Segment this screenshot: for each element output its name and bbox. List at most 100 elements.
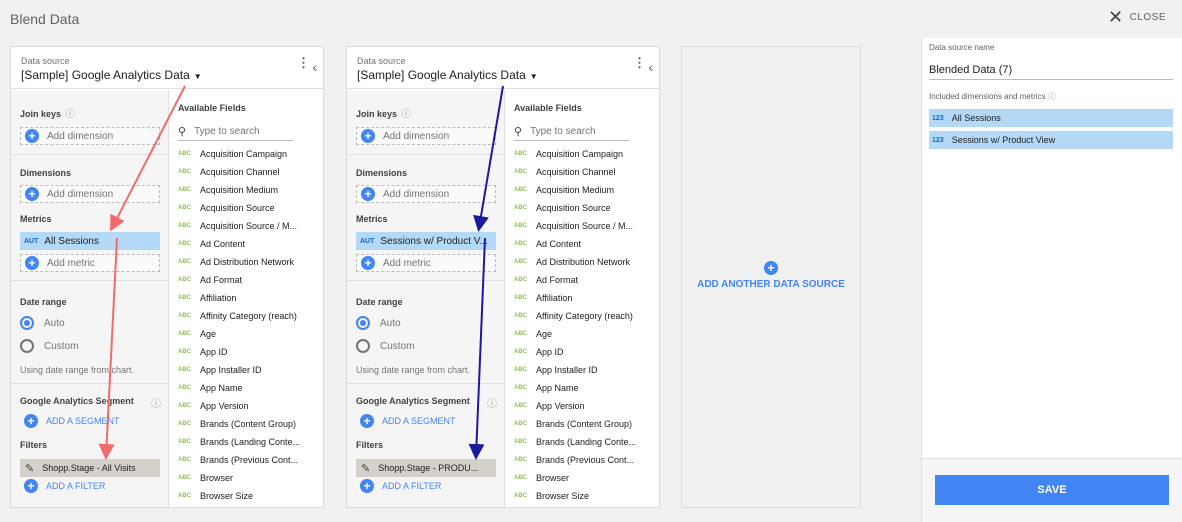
data-source-header[interactable]: Data source [Sample] Google Analytics Da…: [11, 47, 323, 89]
more-vert-icon[interactable]: ⋮: [297, 56, 310, 69]
text-type-icon: ABC: [514, 349, 527, 355]
field-label: Brands (Content Group): [200, 419, 297, 429]
field-list-item[interactable]: ABC Acquisition Source: [514, 199, 659, 217]
field-list-item[interactable]: ABC Affiliation: [514, 289, 659, 307]
field-list-item[interactable]: ABC Browser Size: [514, 487, 659, 505]
add-dimension-button[interactable]: + Add dimension: [356, 185, 496, 203]
available-fields-title: Available Fields: [514, 103, 582, 113]
field-list-item[interactable]: ABC Acquisition Medium: [514, 181, 659, 199]
filter-chip[interactable]: ✎ Shopp.Stage - All Visits: [20, 459, 160, 477]
field-list-item[interactable]: ABC Ad Format: [514, 271, 659, 289]
field-list-item[interactable]: ABC Ad Distribution Network: [514, 253, 659, 271]
field-list-item[interactable]: ABC Brands (Landing Conte...: [514, 433, 659, 451]
field-list-item[interactable]: ABC Browser: [514, 469, 659, 487]
field-list-item[interactable]: ABC Brands (Content Group): [514, 415, 659, 433]
text-type-icon: ABC: [514, 277, 527, 283]
chevron-left-icon[interactable]: ‹: [312, 59, 317, 75]
field-list-item[interactable]: ABC App Installer ID: [178, 361, 323, 379]
help-icon[interactable]: ⓘ: [151, 395, 161, 410]
data-source-select[interactable]: [Sample] Google Analytics Data ▼: [357, 68, 538, 82]
data-source-select[interactable]: [Sample] Google Analytics Data ▼: [21, 68, 202, 82]
add-data-source-panel[interactable]: + ADD ANOTHER DATA SOURCE: [681, 46, 861, 508]
field-list-item[interactable]: ABC Browser: [178, 469, 323, 487]
metric-chip[interactable]: AUT Sessions w/ Product V...: [356, 232, 496, 250]
text-type-icon: ABC: [178, 241, 191, 247]
add-segment-button[interactable]: + ADD A SEGMENT: [20, 414, 120, 428]
divider: [11, 280, 169, 281]
add-dimension-button[interactable]: + Add dimension: [20, 185, 160, 203]
date-range-custom[interactable]: Custom: [20, 339, 78, 353]
field-list-item[interactable]: ABC Acquisition Source / M...: [178, 217, 323, 235]
field-list-item[interactable]: ABC App Version: [514, 397, 659, 415]
field-list-item[interactable]: ABC Acquisition Medium: [178, 181, 323, 199]
divider: [347, 154, 505, 155]
plus-icon: +: [360, 479, 374, 493]
radio-selected-icon: [356, 316, 370, 330]
field-label: Browser Size: [200, 491, 254, 501]
search-icon: ⚲: [514, 126, 523, 138]
help-icon[interactable]: ⓘ: [1048, 92, 1056, 101]
add-metric-button[interactable]: + Add metric: [356, 254, 496, 272]
add-join-dimension[interactable]: + Add dimension: [20, 127, 160, 145]
field-list-item[interactable]: ABC Ad Content: [514, 235, 659, 253]
included-item[interactable]: 123 All Sessions: [929, 109, 1173, 127]
date-range-custom[interactable]: Custom: [356, 339, 414, 353]
field-list-item[interactable]: ABC Affiliation: [178, 289, 323, 307]
help-icon[interactable]: ⓘ: [487, 395, 497, 410]
field-list-item[interactable]: ABC Affinity Category (reach): [514, 307, 659, 325]
data-source-label: Data source: [357, 56, 406, 66]
add-filter-button[interactable]: + ADD A FILTER: [356, 479, 441, 493]
plus-icon: +: [25, 129, 39, 143]
filters-title: Filters: [356, 440, 384, 450]
field-list-item[interactable]: ABC Age: [514, 325, 659, 343]
numeric-type-tag: 123: [932, 136, 944, 144]
field-list-item[interactable]: ABC Acquisition Channel: [178, 163, 323, 181]
field-search-input[interactable]: ⚲ Type to search: [178, 123, 293, 141]
included-item[interactable]: 123 Sessions w/ Product View: [929, 131, 1173, 149]
field-list-item[interactable]: ABC Acquisition Source: [178, 199, 323, 217]
help-icon[interactable]: ⓘ: [401, 109, 411, 120]
field-list-item[interactable]: ABC Ad Content: [178, 235, 323, 253]
add-data-source-button[interactable]: + ADD ANOTHER DATA SOURCE: [682, 261, 860, 290]
add-metric-button[interactable]: + Add metric: [20, 254, 160, 272]
metric-chip[interactable]: AUT All Sessions: [20, 232, 160, 250]
chevron-left-icon[interactable]: ‹: [648, 59, 653, 75]
field-list-item[interactable]: ABC Age: [178, 325, 323, 343]
text-type-icon: ABC: [514, 241, 527, 247]
field-list-item[interactable]: ABC App Name: [514, 379, 659, 397]
field-list-item[interactable]: ABC App ID: [178, 343, 323, 361]
field-list-item[interactable]: ABC Acquisition Channel: [514, 163, 659, 181]
field-list-item[interactable]: ABC Brands (Previous Cont...: [514, 451, 659, 469]
field-list-item[interactable]: ABC Acquisition Campaign: [514, 145, 659, 163]
data-source-header[interactable]: Data source [Sample] Google Analytics Da…: [347, 47, 659, 89]
field-list-item[interactable]: ABC App Installer ID: [514, 361, 659, 379]
field-list-item[interactable]: ABC App Name: [178, 379, 323, 397]
field-list-item[interactable]: ABC Browser Size: [178, 487, 323, 505]
field-list-item[interactable]: ABC Brands (Landing Conte...: [178, 433, 323, 451]
more-vert-icon[interactable]: ⋮: [633, 56, 646, 69]
date-range-auto[interactable]: Auto: [20, 316, 65, 330]
caret-down-icon: ▼: [193, 72, 202, 81]
close-button[interactable]: ✕ CLOSE: [1108, 8, 1166, 26]
field-list-item[interactable]: ABC Ad Format: [178, 271, 323, 289]
field-list-item[interactable]: ABC App ID: [514, 343, 659, 361]
field-list-item[interactable]: ABC Ad Distribution Network: [178, 253, 323, 271]
field-list-item[interactable]: ABC Brands (Content Group): [178, 415, 323, 433]
plus-icon: +: [25, 187, 39, 201]
field-list-item[interactable]: ABC Acquisition Campaign: [178, 145, 323, 163]
save-button[interactable]: SAVE: [935, 475, 1169, 505]
add-filter-button[interactable]: + ADD A FILTER: [20, 479, 105, 493]
help-icon[interactable]: ⓘ: [65, 109, 75, 120]
field-list-item[interactable]: ABC Brands (Previous Cont...: [178, 451, 323, 469]
field-label: Affinity Category (reach): [200, 311, 297, 321]
divider: [347, 280, 505, 281]
field-list-item[interactable]: ABC App Version: [178, 397, 323, 415]
field-list-item[interactable]: ABC Acquisition Source / M...: [514, 217, 659, 235]
add-segment-button[interactable]: + ADD A SEGMENT: [356, 414, 456, 428]
field-list-item[interactable]: ABC Affinity Category (reach): [178, 307, 323, 325]
filter-chip[interactable]: ✎ Shopp.Stage - PRODU...: [356, 459, 496, 477]
date-range-auto[interactable]: Auto: [356, 316, 401, 330]
add-join-dimension[interactable]: + Add dimension: [356, 127, 496, 145]
field-search-input[interactable]: ⚲ Type to search: [514, 123, 629, 141]
data-source-name-input[interactable]: Blended Data (7): [929, 60, 1173, 80]
